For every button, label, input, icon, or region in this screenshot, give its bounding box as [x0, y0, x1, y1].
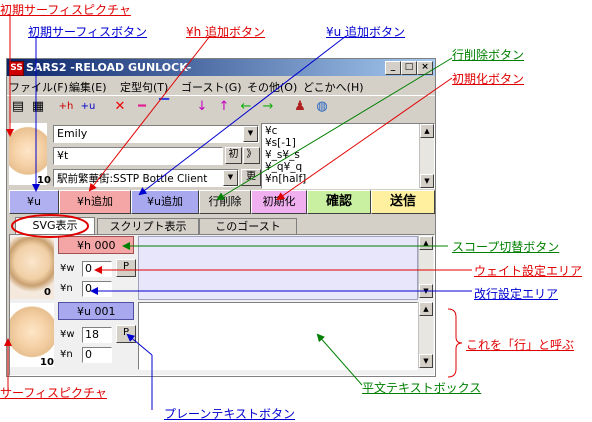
label-newline-setting-area: 改行設定エリア: [474, 287, 559, 301]
label-scope-toggle-button: スコープ切替ボタン: [452, 240, 560, 254]
arrow-init: [276, 77, 453, 201]
arrow-u-add: [138, 35, 347, 196]
svg-tab-highlight: [11, 214, 89, 238]
label-initial-surface-button: 初期サーフィスボタン: [28, 25, 148, 39]
label-row-delete-button: 行削除ボタン: [452, 48, 525, 62]
arrow-h-add: [88, 35, 211, 192]
label-init-button: 初期化ボタン: [452, 72, 525, 86]
label-plain-text-box: 平文テキストボックス: [362, 381, 482, 395]
label-wait-setting-area: ウェイト設定エリア: [474, 264, 583, 278]
label-initial-surface-picture: 初期サーフィスピクチャ: [0, 3, 131, 17]
arrow-plain-text-box: [316, 333, 363, 386]
label-surface-picture: サーフィスピクチャ: [0, 386, 107, 400]
annotation-arrows: [4, 14, 472, 410]
arrow-row-delete: [216, 57, 453, 201]
arrow-plain-text-button: [126, 333, 153, 356]
label-u-add-button: ¥u 追加ボタン: [326, 25, 406, 39]
label-h-add-button: ¥h 追加ボタン: [186, 25, 266, 39]
label-row-note: これを「行」と呼ぶ: [466, 338, 575, 352]
label-plain-text-button: プレーンテキストボタン: [164, 407, 296, 421]
row-bracket: [447, 308, 463, 378]
